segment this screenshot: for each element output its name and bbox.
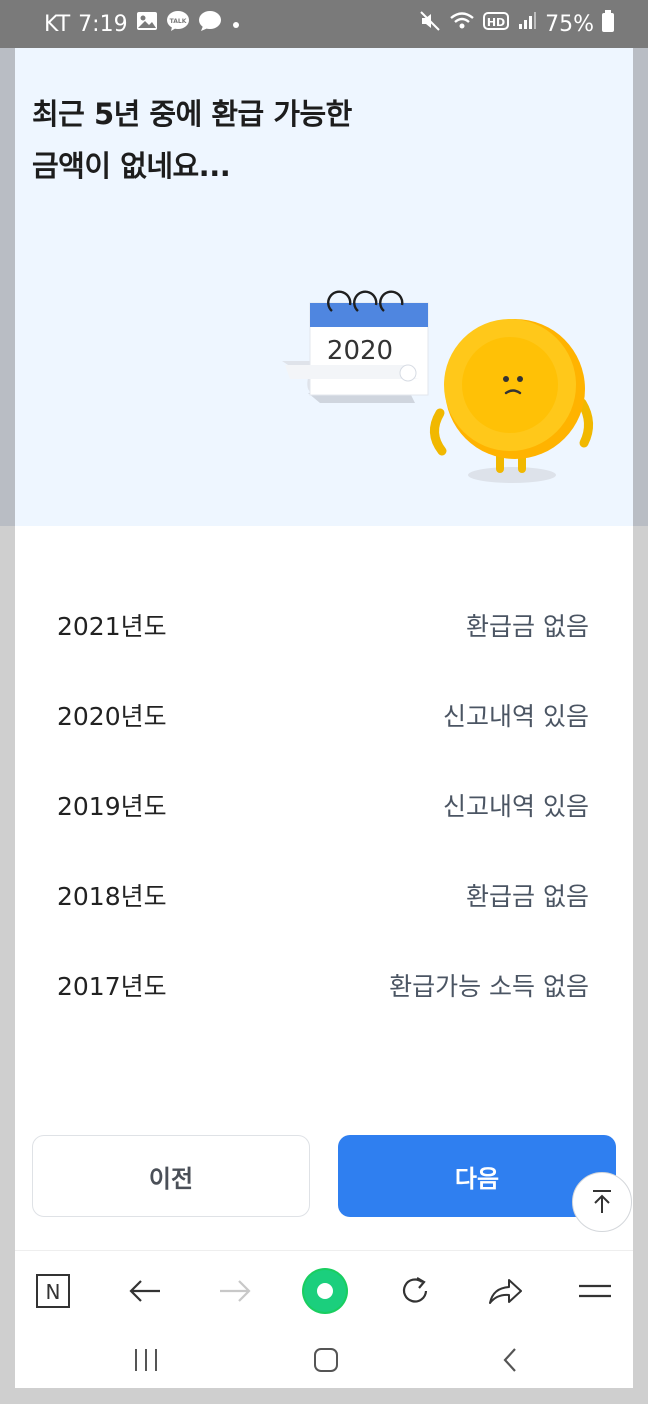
system-navigation-bar xyxy=(15,1330,633,1388)
status-bar: KT 7:19 TALK HD 75% xyxy=(0,0,648,48)
forward-arrow-icon xyxy=(220,1280,251,1302)
page-title: 최근 5년 중에 환급 가능한 금액이 없네요... xyxy=(32,97,352,183)
clock: 7:19 xyxy=(78,11,128,37)
naver-n-icon: N xyxy=(36,1274,70,1308)
dim-overlay-right xyxy=(633,48,648,526)
prev-button[interactable]: 이전 xyxy=(32,1135,310,1217)
refresh-button[interactable] xyxy=(391,1267,439,1315)
menu-button[interactable] xyxy=(571,1267,619,1315)
list-item: 2017년도 환급가능 소득 없음 xyxy=(15,953,633,1013)
scroll-to-top-button[interactable] xyxy=(572,1172,632,1232)
home-icon xyxy=(314,1348,338,1372)
dim-overlay-left xyxy=(0,48,15,526)
refund-status: 환급금 없음 xyxy=(466,612,589,641)
hd-icon: HD xyxy=(483,11,510,37)
hd-label: HD xyxy=(487,16,505,29)
svg-text:N: N xyxy=(46,1280,61,1304)
list-item: 2021년도 환급금 없음 xyxy=(15,593,633,653)
wifi-icon xyxy=(449,10,475,38)
back-arrow-icon xyxy=(129,1280,160,1302)
menu-icon xyxy=(579,1284,611,1298)
refresh-icon xyxy=(402,1277,428,1303)
mute-icon xyxy=(419,10,441,38)
talk-icon: TALK xyxy=(166,10,190,38)
share-button[interactable] xyxy=(481,1267,529,1315)
back-icon xyxy=(503,1348,516,1372)
year-label: 2021년도 xyxy=(57,612,167,641)
recent-apps-icon xyxy=(135,1349,157,1371)
recent-apps-button[interactable] xyxy=(121,1340,171,1380)
forward-button[interactable] xyxy=(211,1267,259,1315)
home-green-button[interactable] xyxy=(301,1267,349,1315)
browser-toolbar: N xyxy=(15,1250,633,1331)
share-icon xyxy=(489,1279,522,1304)
back-button[interactable] xyxy=(121,1267,169,1315)
screen: KT 7:19 TALK HD 75% 최근 5년 중에 환급 가능한 금액이 … xyxy=(0,0,648,1404)
chat-bubble-icon xyxy=(198,10,222,38)
list-item: 2020년도 신고내역 있음 xyxy=(15,683,633,743)
home-green-icon xyxy=(302,1268,348,1314)
calendar-year: 2020 xyxy=(327,336,393,366)
year-label: 2017년도 xyxy=(57,972,167,1001)
bottom-edge xyxy=(0,1388,648,1404)
refund-status: 환급가능 소득 없음 xyxy=(389,972,589,1001)
carrier-label: KT xyxy=(44,11,71,37)
refund-status: 신고내역 있음 xyxy=(443,702,589,731)
refund-status: 환급금 없음 xyxy=(466,882,589,911)
hero-section: 최근 5년 중에 환급 가능한 금액이 없네요... 2020 xyxy=(15,48,633,526)
signal-icon xyxy=(517,11,537,37)
system-back-button[interactable] xyxy=(485,1340,535,1380)
list-item: 2019년도 신고내역 있음 xyxy=(15,773,633,833)
arrow-up-to-line-icon xyxy=(593,1190,611,1213)
year-label: 2018년도 xyxy=(57,882,167,911)
battery-percent: 75% xyxy=(545,11,594,37)
dot-icon xyxy=(230,12,242,37)
list-item: 2018년도 환급금 없음 xyxy=(15,863,633,923)
refund-status: 신고내역 있음 xyxy=(443,792,589,821)
year-label: 2020년도 xyxy=(57,702,167,731)
image-icon xyxy=(136,11,158,37)
result-sheet: 최근 5년 중에 환급 가능한 금액이 없네요... 2020 2021년도 환… xyxy=(15,48,633,1388)
battery-icon xyxy=(602,10,614,38)
svg-text:TALK: TALK xyxy=(169,18,186,25)
naver-n-button[interactable]: N xyxy=(29,1267,77,1315)
year-label: 2019년도 xyxy=(57,792,167,821)
sad-coin-calendar-illustration: 2020 xyxy=(282,290,593,483)
home-button[interactable] xyxy=(301,1340,351,1380)
